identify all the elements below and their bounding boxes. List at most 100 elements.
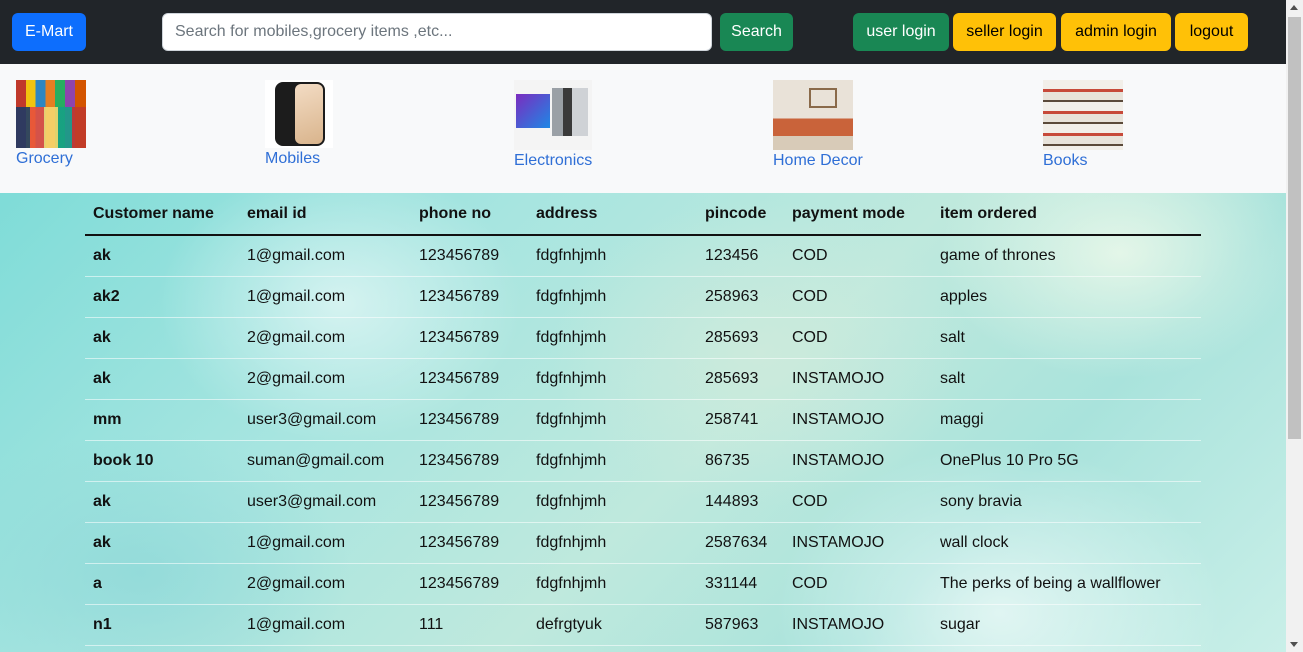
home-decor-image[interactable]	[773, 80, 853, 150]
table-row: a 2@gmail.com 123456789 fdgfnhjmh 331144 COD T…	[85, 563, 1201, 605]
logout-button[interactable]: logout	[1175, 13, 1248, 51]
cell-email: 2@gmail.com	[239, 358, 411, 400]
cell-address: defrgtyuk	[528, 604, 697, 646]
category-label[interactable]: Books	[1043, 152, 1123, 170]
electronics-image[interactable]	[514, 80, 592, 150]
cell-address: fdgfnhjmh	[528, 276, 697, 318]
table-row: n1 1@gmail.com 111 defrgtyuk 587963 INSTAMOJO…	[85, 604, 1201, 646]
table-row: ak 1@gmail.com 123456789 fdgfnhjmh 123456 COD…	[85, 235, 1201, 277]
cell-item-ordered: wall clock	[932, 522, 1201, 564]
table-row: mm user3@gmail.com 123456789 fdgfnhjmh 25874…	[85, 399, 1201, 441]
mobile-image[interactable]	[265, 80, 333, 148]
cell-email: user3@gmail.com	[239, 399, 411, 441]
header-pincode: pincode	[697, 193, 784, 236]
table-row: ak2 1@gmail.com 123456789 fdgfnhjmh 258963 CO…	[85, 276, 1201, 318]
admin-login-button[interactable]: admin login	[1061, 13, 1171, 51]
header-email: email id	[239, 193, 411, 236]
search-button[interactable]: Search	[720, 13, 793, 51]
category-mobiles[interactable]: Mobiles	[265, 80, 333, 168]
scrollbar[interactable]	[1286, 0, 1303, 652]
cell-pincode: 587963	[697, 604, 784, 646]
cell-customer-name: a	[85, 563, 239, 605]
cell-item-ordered: salt	[932, 317, 1201, 359]
cell-pincode: 331144	[697, 563, 784, 605]
cell-item-ordered: salt	[932, 358, 1201, 400]
category-electronics[interactable]: Electronics	[514, 80, 592, 170]
cell-phone: 111	[411, 604, 528, 646]
cell-phone: 123456789	[411, 235, 528, 277]
cell-phone: 123456789	[411, 276, 528, 318]
cell-address: fdgfnhjmh	[528, 317, 697, 359]
cell-payment-mode: COD	[784, 563, 932, 605]
category-label[interactable]: Grocery	[16, 150, 86, 168]
seller-login-button[interactable]: seller login	[953, 13, 1056, 51]
cell-pincode: 86735	[697, 440, 784, 482]
scroll-up-icon[interactable]	[1290, 5, 1298, 10]
cell-pincode: 258741	[697, 399, 784, 441]
header-address: address	[528, 193, 697, 236]
cell-payment-mode: COD	[784, 481, 932, 523]
cell-payment-mode: COD	[784, 276, 932, 318]
cell-pincode: 285693	[697, 358, 784, 400]
cell-phone: 123456789	[411, 522, 528, 564]
books-image[interactable]	[1043, 80, 1123, 150]
cell-item-ordered: game of thrones	[932, 235, 1201, 277]
cell-customer-name: ak	[85, 522, 239, 564]
user-login-button[interactable]: user login	[853, 13, 949, 51]
grocery-image[interactable]	[16, 80, 86, 148]
category-bar: Grocery Mobiles Electronics Home Decor B…	[0, 64, 1286, 193]
cell-pincode: 123456	[697, 235, 784, 277]
orders-section: Customer name email id phone no address …	[0, 193, 1286, 652]
cell-item-ordered: apples	[932, 276, 1201, 318]
cell-email: 1@gmail.com	[239, 522, 411, 564]
cell-customer-name: ak2	[85, 276, 239, 318]
scroll-down-icon[interactable]	[1290, 642, 1298, 647]
category-label[interactable]: Mobiles	[265, 150, 333, 168]
cell-customer-name: book 10	[85, 440, 239, 482]
cell-phone: 123456789	[411, 317, 528, 359]
cell-item-ordered: sugar	[932, 604, 1201, 646]
category-label[interactable]: Home Decor	[773, 152, 863, 170]
cell-item-ordered: maggi	[932, 399, 1201, 441]
cell-payment-mode: INSTAMOJO	[784, 604, 932, 646]
cell-pincode: 258963	[697, 276, 784, 318]
cell-phone: 123456789	[411, 358, 528, 400]
cell-address: fdgfnhjmh	[528, 235, 697, 277]
cell-customer-name: ak	[85, 235, 239, 277]
scroll-thumb[interactable]	[1288, 17, 1301, 439]
category-books[interactable]: Books	[1043, 80, 1123, 170]
cell-payment-mode: COD	[784, 317, 932, 359]
cell-phone: 123456789	[411, 563, 528, 605]
category-home-decor[interactable]: Home Decor	[773, 80, 863, 170]
cell-address: fdgfnhjmh	[528, 399, 697, 441]
cell-email: 1@gmail.com	[239, 235, 411, 277]
header-phone: phone no	[411, 193, 528, 236]
search-input[interactable]	[162, 13, 712, 51]
cell-customer-name: n1	[85, 604, 239, 646]
cell-email: 1@gmail.com	[239, 276, 411, 318]
category-grocery[interactable]: Grocery	[16, 80, 86, 168]
cell-address: fdgfnhjmh	[528, 440, 697, 482]
cell-pincode: 144893	[697, 481, 784, 523]
cell-address: fdgfnhjmh	[528, 522, 697, 564]
cell-payment-mode: INSTAMOJO	[784, 399, 932, 441]
cell-payment-mode: INSTAMOJO	[784, 358, 932, 400]
table-row: ak user3@gmail.com 123456789 fdgfnhjmh 14489…	[85, 481, 1201, 523]
orders-table: Customer name email id phone no address …	[85, 193, 1201, 646]
header-payment-mode: payment mode	[784, 193, 932, 236]
cell-email: user3@gmail.com	[239, 481, 411, 523]
cell-email: 2@gmail.com	[239, 563, 411, 605]
cell-phone: 123456789	[411, 440, 528, 482]
cell-customer-name: ak	[85, 358, 239, 400]
table-row: ak 2@gmail.com 123456789 fdgfnhjmh 285693 INS…	[85, 358, 1201, 400]
cell-payment-mode: COD	[784, 235, 932, 277]
cell-pincode: 285693	[697, 317, 784, 359]
brand-button[interactable]: E-Mart	[12, 13, 86, 51]
cell-phone: 123456789	[411, 399, 528, 441]
cell-phone: 123456789	[411, 481, 528, 523]
cell-customer-name: mm	[85, 399, 239, 441]
cell-item-ordered: The perks of being a wallflower	[932, 563, 1201, 605]
category-label[interactable]: Electronics	[514, 152, 592, 170]
cell-customer-name: ak	[85, 481, 239, 523]
table-row: ak 2@gmail.com 123456789 fdgfnhjmh 285693 COD…	[85, 317, 1201, 359]
